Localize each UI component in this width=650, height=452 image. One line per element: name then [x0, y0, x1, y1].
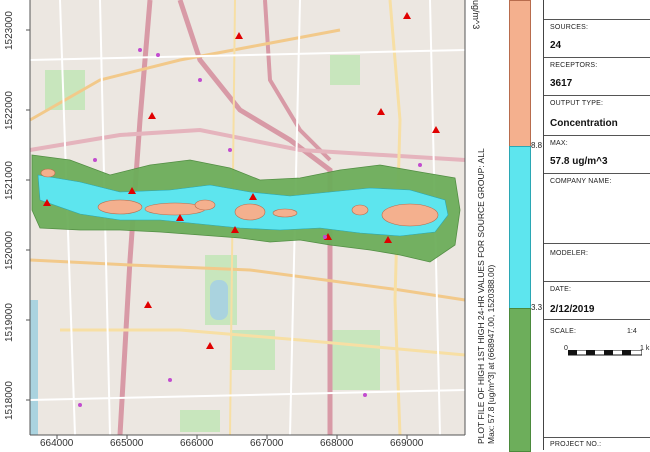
output-type-value: Concentration: [550, 118, 618, 129]
x-tick-label: 664000: [40, 438, 74, 449]
output-type-row: OUTPUT TYPE: Concentration: [544, 95, 650, 136]
legend-break-high: 8.8: [531, 141, 543, 150]
company-row: COMPANY NAME:: [544, 173, 650, 244]
sources-label: SOURCES:: [550, 24, 589, 31]
y-tick-label: 1522000: [4, 91, 15, 130]
max-row: MAX: 57.8 ug/m^3: [544, 135, 650, 174]
project-row: PROJECT NO.:: [544, 437, 650, 451]
x-tick-label: 665000: [110, 438, 144, 449]
scale-row: SCALE: 1:4 0 1 k: [544, 319, 650, 438]
y-tick-label: 1518000: [4, 381, 15, 420]
y-tick-label: 1523000: [4, 11, 15, 50]
legend-unit: ug/m^3: [471, 0, 481, 30]
project-label: PROJECT NO.:: [550, 441, 602, 448]
max-label: MAX:: [550, 140, 568, 147]
company-label: COMPANY NAME:: [550, 178, 612, 185]
x-tick-label: 667000: [250, 438, 284, 449]
sources-row: SOURCES: 24: [544, 19, 650, 56]
scale-ratio: 1:4: [627, 328, 637, 335]
x-tick-label: 668000: [320, 438, 354, 449]
receptors-row: RECEPTORS: 3617: [544, 57, 650, 94]
y-tick-label: 1521000: [4, 161, 15, 200]
scale-bar: [568, 350, 642, 356]
y-tick-label: 1520000: [4, 231, 15, 270]
legend-swatch-mid: [509, 146, 531, 310]
scale-label: SCALE:: [550, 328, 577, 335]
legend-swatch-high: [509, 0, 531, 148]
max-value: 57.8 ug/m^3: [550, 156, 608, 167]
date-row: DATE: 2/12/2019: [544, 281, 650, 320]
x-tick-label: 666000: [180, 438, 214, 449]
receptors-value: 3617: [550, 78, 573, 89]
y-ticks: [26, 29, 30, 401]
date-label: DATE:: [550, 286, 572, 293]
output-type-label: OUTPUT TYPE:: [550, 100, 604, 107]
date-value: 2/12/2019: [550, 304, 595, 315]
x-tick-label: 669000: [390, 438, 424, 449]
modeler-label: MODELER:: [550, 250, 589, 257]
legend-break-low: 3.3: [531, 303, 543, 312]
modeler-row: MODELER:: [544, 243, 650, 282]
y-tick-label: 1519000: [4, 303, 15, 342]
sources-value: 24: [550, 40, 562, 51]
legend-swatch-low: [509, 308, 531, 452]
receptors-label: RECEPTORS:: [550, 62, 598, 69]
plot-title: PLOT FILE OF HIGH 1ST HIGH 24-HR VALUES …: [476, 148, 496, 444]
info-panel: SOURCES: 24 RECEPTORS: 3617 OUTPUT TYPE:…: [543, 0, 650, 450]
